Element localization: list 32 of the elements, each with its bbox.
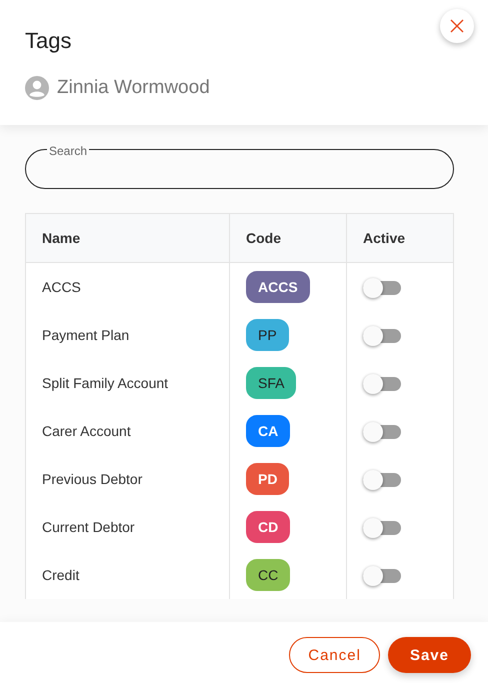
column-header: Active [362, 229, 406, 248]
active-toggle[interactable] [363, 569, 401, 583]
tag-code: CA [246, 415, 290, 447]
save-button[interactable]: Save [388, 637, 471, 673]
active-toggle[interactable] [363, 377, 401, 391]
search-label: Search [47, 145, 90, 157]
column-header: Code [230, 214, 347, 262]
tag-name: Current Debtor [42, 519, 135, 535]
tag-name: Credit [42, 567, 80, 583]
tag-code: PD [246, 463, 290, 495]
tag-name: Carer Account [42, 423, 131, 439]
active-toggle[interactable] [363, 329, 401, 343]
tag-code: PP [246, 319, 289, 351]
tag-name: ACCS [42, 279, 81, 295]
user-avatar-icon [25, 76, 49, 100]
person-name: Zinnia Wormwood [57, 77, 210, 99]
active-toggle[interactable] [363, 473, 401, 487]
tag-name: Previous Debtor [42, 471, 142, 487]
tag-code: CC [246, 559, 290, 591]
tag-code: SFA [246, 367, 296, 399]
close-icon [450, 19, 464, 33]
active-toggle[interactable] [363, 521, 401, 535]
tag-name: Split Family Account [42, 375, 168, 391]
column-header: Name [26, 214, 230, 262]
tag-name: Payment Plan [42, 327, 130, 343]
tag-code: ACCS [246, 271, 310, 303]
active-toggle[interactable] [363, 425, 401, 439]
cancel-button[interactable]: Cancel [289, 637, 380, 673]
tag-code: CD [246, 511, 290, 543]
close-button[interactable] [440, 9, 474, 43]
active-toggle[interactable] [363, 281, 401, 295]
dialog-title: Tags [25, 27, 72, 54]
